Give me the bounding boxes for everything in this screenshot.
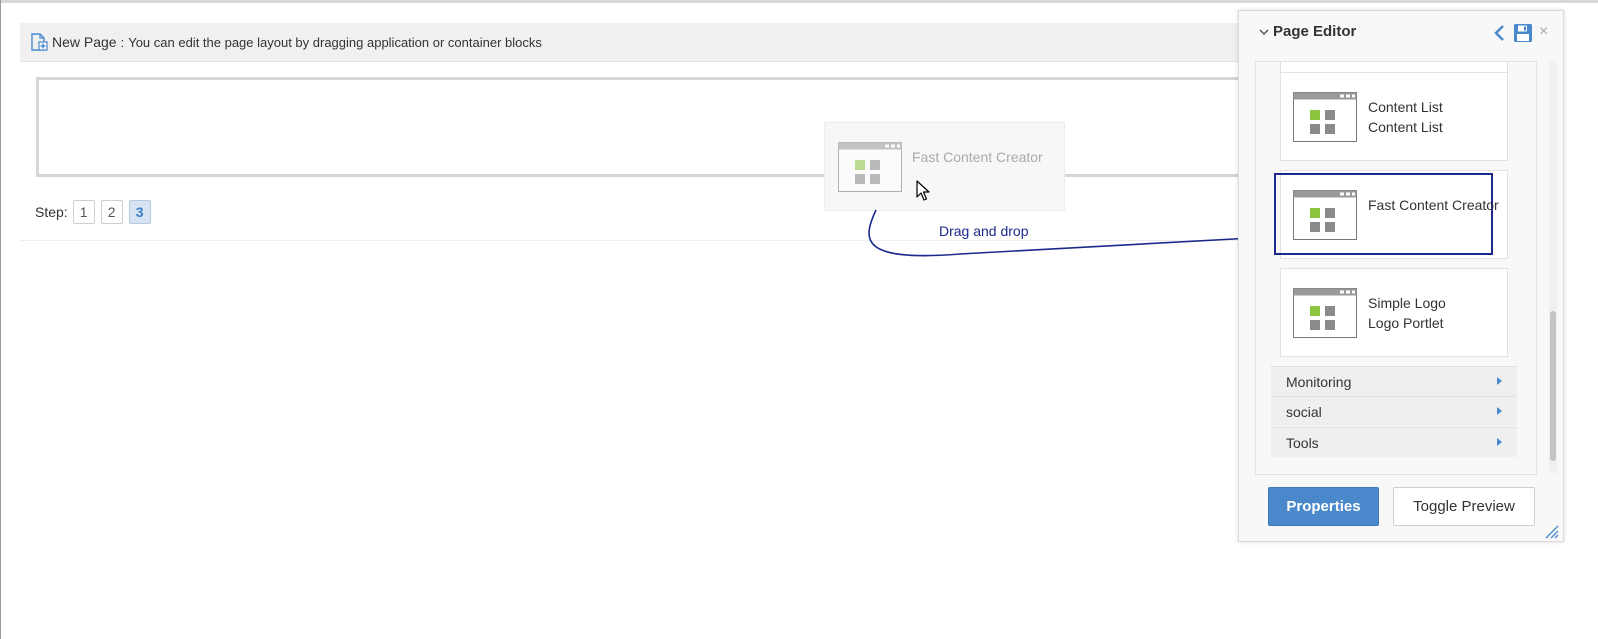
- category-tools[interactable]: Tools: [1271, 427, 1517, 457]
- page-editor-panel: Page Editor × Content List Content List …: [1238, 10, 1564, 542]
- app-name: Simple Logo: [1368, 295, 1446, 311]
- mouse-pointer-icon: [916, 180, 930, 201]
- caret-right-icon: [1497, 407, 1502, 415]
- app-card-fast-content-creator[interactable]: Fast Content Creator: [1274, 170, 1508, 259]
- toggle-preview-button[interactable]: Toggle Preview: [1393, 487, 1535, 526]
- app-name: Content List: [1368, 99, 1443, 115]
- category-label: Monitoring: [1286, 373, 1352, 390]
- app-card-simple-logo[interactable]: Simple Logo Logo Portlet: [1280, 268, 1508, 357]
- category-monitoring[interactable]: Monitoring: [1271, 366, 1517, 396]
- application-window-icon: [1293, 288, 1357, 338]
- app-subtitle: Content List: [1368, 119, 1443, 135]
- properties-button[interactable]: Properties: [1268, 487, 1379, 526]
- chevron-left-icon[interactable]: [1492, 24, 1506, 42]
- category-label: Tools: [1286, 434, 1319, 451]
- drag-and-drop-hint: Drag and drop: [939, 223, 1029, 239]
- app-card-content-list[interactable]: Content List Content List: [1280, 72, 1508, 161]
- application-list: Content List Content List Fast Content C…: [1255, 61, 1537, 475]
- application-window-icon: [1293, 190, 1357, 240]
- resize-handle-icon[interactable]: [1543, 523, 1559, 539]
- application-window-icon: [1293, 92, 1357, 142]
- close-icon[interactable]: ×: [1539, 23, 1548, 41]
- chevron-down-icon[interactable]: [1259, 27, 1269, 37]
- scrollbar-thumb[interactable]: [1550, 311, 1556, 461]
- caret-right-icon: [1497, 438, 1502, 446]
- app-subtitle: Logo Portlet: [1368, 315, 1444, 331]
- page-editor-footer: Properties Toggle Preview: [1239, 481, 1563, 541]
- page-editor-title: Page Editor: [1273, 23, 1357, 40]
- category-label: social: [1286, 403, 1322, 420]
- caret-right-icon: [1497, 377, 1502, 385]
- app-name: Fast Content Creator: [1368, 197, 1499, 213]
- floppy-disk-icon[interactable]: [1513, 23, 1533, 43]
- page-editor-header: Page Editor ×: [1239, 11, 1563, 57]
- category-social[interactable]: social: [1271, 396, 1517, 426]
